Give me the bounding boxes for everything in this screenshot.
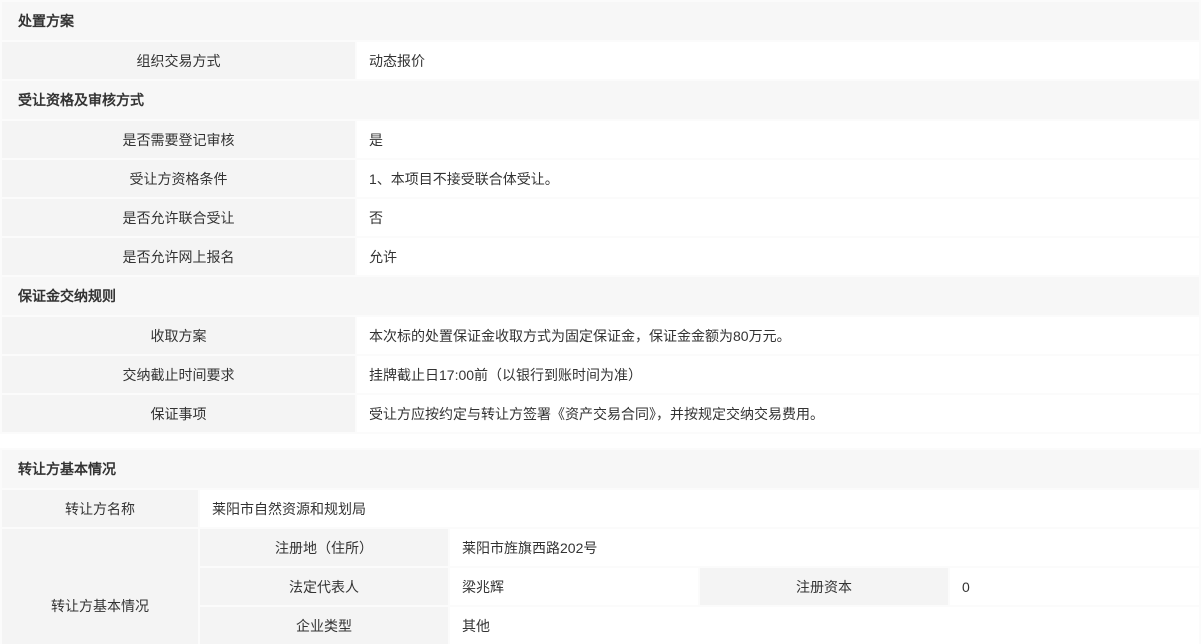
online-signup-value: 允许 — [357, 238, 1199, 275]
table-row: 组织交易方式 动态报价 — [2, 42, 1199, 79]
transferor-name-label: 转让方名称 — [2, 490, 198, 527]
section-title-transferor-basic: 转让方基本情况 — [2, 450, 1199, 488]
registered-address-value: 莱阳市旌旗西路202号 — [450, 529, 1199, 566]
transferor-basic-group-label: 转让方基本情况 — [2, 529, 198, 644]
table-row: 是否需要登记审核 是 — [2, 121, 1199, 158]
disposal-info-table: 处置方案 组织交易方式 动态报价 受让资格及审核方式 是否需要登记审核 是 受让… — [0, 0, 1201, 434]
table-row: 转让方基本情况 注册地（住所） 莱阳市旌旗西路202号 — [2, 529, 1199, 566]
joint-transfer-label: 是否允许联合受让 — [2, 199, 355, 236]
section-row-deposit-rules: 保证金交纳规则 — [2, 277, 1199, 315]
online-signup-label: 是否允许网上报名 — [2, 238, 355, 275]
registration-review-value: 是 — [357, 121, 1199, 158]
section-row-transferor-basic: 转让方基本情况 — [2, 450, 1199, 488]
registration-review-label: 是否需要登记审核 — [2, 121, 355, 158]
section-title-transferee-qualification: 受让资格及审核方式 — [2, 81, 1199, 119]
table-row: 转让方名称 莱阳市自然资源和规划局 — [2, 490, 1199, 527]
section-title-deposit-rules: 保证金交纳规则 — [2, 277, 1199, 315]
table-row: 是否允许网上报名 允许 — [2, 238, 1199, 275]
table-row: 收取方案 本次标的处置保证金收取方式为固定保证金，保证金金额为80万元。 — [2, 317, 1199, 354]
trade-method-value: 动态报价 — [357, 42, 1199, 79]
guarantee-matters-label: 保证事项 — [2, 395, 355, 432]
table-row: 是否允许联合受让 否 — [2, 199, 1199, 236]
legal-representative-value: 梁兆辉 — [450, 568, 698, 605]
section-row-disposal-plan: 处置方案 — [2, 2, 1199, 40]
legal-representative-label: 法定代表人 — [200, 568, 448, 605]
enterprise-type-value: 其他 — [450, 607, 1199, 644]
collection-plan-value: 本次标的处置保证金收取方式为固定保证金，保证金金额为80万元。 — [357, 317, 1199, 354]
table-row: 交纳截止时间要求 挂牌截止日17:00前（以银行到账时间为准） — [2, 356, 1199, 393]
collection-plan-label: 收取方案 — [2, 317, 355, 354]
registered-capital-label: 注册资本 — [700, 568, 948, 605]
registered-address-label: 注册地（住所） — [200, 529, 448, 566]
payment-deadline-label: 交纳截止时间要求 — [2, 356, 355, 393]
transferee-conditions-label: 受让方资格条件 — [2, 160, 355, 197]
trade-method-label: 组织交易方式 — [2, 42, 355, 79]
transferor-name-value: 莱阳市自然资源和规划局 — [200, 490, 1199, 527]
transferee-conditions-value: 1、本项目不接受联合体受让。 — [357, 160, 1199, 197]
joint-transfer-value: 否 — [357, 199, 1199, 236]
table-row: 受让方资格条件 1、本项目不接受联合体受让。 — [2, 160, 1199, 197]
transferor-info-table: 转让方基本情况 转让方名称 莱阳市自然资源和规划局 转让方基本情况 注册地（住所… — [0, 448, 1201, 644]
section-row-transferee-qualification: 受让资格及审核方式 — [2, 81, 1199, 119]
payment-deadline-value: 挂牌截止日17:00前（以银行到账时间为准） — [357, 356, 1199, 393]
table-row: 保证事项 受让方应按约定与转让方签署《资产交易合同》，并按规定交纳交易费用。 — [2, 395, 1199, 432]
registered-capital-value: 0 — [950, 568, 1199, 605]
guarantee-matters-value: 受让方应按约定与转让方签署《资产交易合同》，并按规定交纳交易费用。 — [357, 395, 1199, 432]
section-title-disposal-plan: 处置方案 — [2, 2, 1199, 40]
enterprise-type-label: 企业类型 — [200, 607, 448, 644]
